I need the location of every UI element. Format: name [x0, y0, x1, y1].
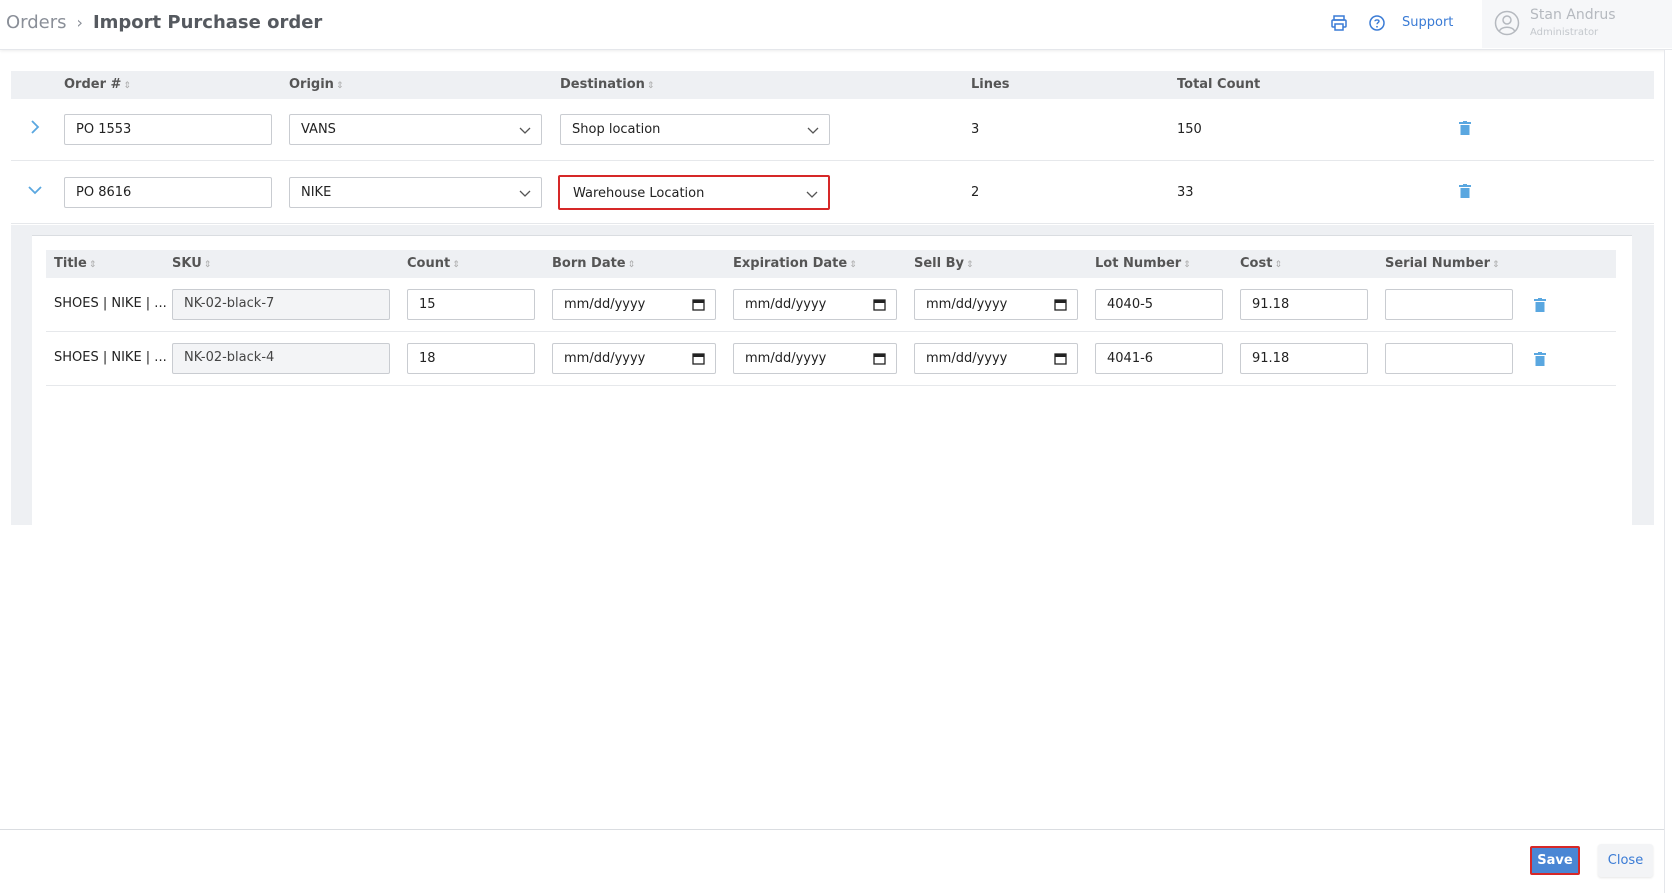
breadcrumb-orders-link[interactable]: Orders: [6, 12, 67, 33]
sell-by-input[interactable]: mm/dd/yyyy: [914, 343, 1078, 374]
chevron-down-icon[interactable]: [27, 182, 43, 198]
support-link[interactable]: Support: [1402, 15, 1453, 30]
destination-select[interactable]: Shop location: [560, 114, 830, 145]
expiration-date-input[interactable]: mm/dd/yyyy: [733, 343, 897, 374]
calendar-icon[interactable]: [873, 298, 886, 311]
serial-number-input[interactable]: [1385, 289, 1513, 320]
calendar-icon[interactable]: [1054, 298, 1067, 311]
user-name: Stan Andrus: [1530, 7, 1616, 23]
close-button[interactable]: Close: [1598, 844, 1653, 877]
origin-select[interactable]: NIKE: [289, 177, 542, 208]
printer-icon[interactable]: [1330, 14, 1348, 32]
help-icon[interactable]: [1368, 14, 1386, 32]
column-header-born-date[interactable]: Born Date ⇕: [552, 256, 635, 271]
sort-icon[interactable]: ⇕: [204, 260, 212, 270]
trash-icon[interactable]: [1534, 352, 1546, 366]
table-row: PO 1553 VANS Shop location 3 150: [11, 99, 1654, 161]
column-header-serial-number[interactable]: Serial Number ⇕: [1385, 256, 1500, 271]
serial-number-input[interactable]: [1385, 343, 1513, 374]
lines-value: 2: [971, 185, 980, 200]
lot-number-input[interactable]: 4040-5: [1095, 289, 1223, 320]
chevron-down-icon: [807, 127, 819, 134]
origin-select-value: VANS: [301, 122, 336, 137]
sort-icon[interactable]: ⇕: [336, 81, 344, 91]
born-date-input[interactable]: mm/dd/yyyy: [552, 289, 716, 320]
table-row: PO 8616 NIKE Warehouse Location 2 33: [11, 162, 1654, 224]
line-title: SHOES | NIKE | ...: [54, 350, 167, 365]
destination-select-value: Shop location: [572, 122, 661, 137]
total-count-value: 150: [1177, 122, 1202, 137]
column-header-lot-number[interactable]: Lot Number ⇕: [1095, 256, 1191, 271]
sort-icon[interactable]: ⇕: [452, 260, 460, 270]
sell-by-input[interactable]: mm/dd/yyyy: [914, 289, 1078, 320]
order-line-row: SHOES | NIKE | ... NK-02-black-7 15 mm/d…: [46, 278, 1616, 332]
cost-input[interactable]: 91.18: [1240, 289, 1368, 320]
column-header-origin[interactable]: Origin ⇕: [289, 77, 343, 92]
order-lines-header: Title ⇕ SKU ⇕ Count ⇕ Born Date ⇕ Expiration…: [46, 250, 1616, 278]
chevron-down-icon: [519, 127, 531, 134]
order-lines-container: Title ⇕ SKU ⇕ Count ⇕ Born Date ⇕ Expiration…: [32, 235, 1632, 525]
breadcrumb: Orders › Import Purchase order: [6, 12, 322, 33]
footer-bar: Save Close: [0, 829, 1664, 893]
column-header-cost[interactable]: Cost ⇕: [1240, 256, 1282, 271]
sort-icon[interactable]: ⇕: [849, 260, 857, 270]
chevron-right-icon[interactable]: [27, 119, 43, 135]
orders-table-header: Order # ⇕ Origin ⇕ Destination ⇕ Lines Tota…: [11, 71, 1654, 99]
breadcrumb-separator-icon: ›: [76, 13, 83, 32]
sort-icon[interactable]: ⇕: [1183, 260, 1191, 270]
user-menu[interactable]: Stan Andrus Administrator: [1482, 0, 1672, 48]
calendar-icon[interactable]: [692, 298, 705, 311]
calendar-icon[interactable]: [692, 352, 705, 365]
calendar-icon[interactable]: [873, 352, 886, 365]
calendar-icon[interactable]: [1054, 352, 1067, 365]
order-number-input[interactable]: PO 1553: [64, 114, 272, 145]
sort-icon[interactable]: ⇕: [1274, 260, 1282, 270]
save-button[interactable]: Save: [1530, 846, 1580, 875]
scrollbar[interactable]: [1664, 50, 1672, 893]
lines-value: 3: [971, 122, 980, 137]
sort-icon[interactable]: ⇕: [966, 260, 974, 270]
born-date-input[interactable]: mm/dd/yyyy: [552, 343, 716, 374]
origin-select[interactable]: VANS: [289, 114, 542, 145]
count-input[interactable]: 15: [407, 289, 535, 320]
order-line-row: SHOES | NIKE | ... NK-02-black-4 18 mm/d…: [46, 332, 1616, 386]
order-lines-panel: Title ⇕ SKU ⇕ Count ⇕ Born Date ⇕ Expiration…: [11, 225, 1654, 525]
sku-field: NK-02-black-4: [172, 343, 390, 374]
chevron-down-icon: [806, 191, 818, 198]
column-header-lines: Lines: [971, 77, 1010, 92]
column-header-sell-by[interactable]: Sell By ⇕: [914, 256, 974, 271]
page-title: Import Purchase order: [92, 12, 323, 33]
column-header-total-count: Total Count: [1177, 77, 1261, 92]
column-header-expiration-date[interactable]: Expiration Date ⇕: [733, 256, 857, 271]
top-header: Orders › Import Purchase order Support S…: [0, 0, 1672, 50]
trash-icon[interactable]: [1534, 298, 1546, 312]
origin-select-value: NIKE: [301, 185, 332, 200]
order-number-input[interactable]: PO 8616: [64, 177, 272, 208]
column-header-destination[interactable]: Destination ⇕: [560, 77, 654, 92]
column-header-order[interactable]: Order # ⇕: [64, 77, 131, 92]
sort-icon[interactable]: ⇕: [1492, 260, 1500, 270]
column-header-title[interactable]: Title ⇕: [54, 256, 96, 271]
sort-icon[interactable]: ⇕: [628, 260, 636, 270]
sort-icon[interactable]: ⇕: [123, 81, 131, 91]
user-role: Administrator: [1530, 27, 1599, 38]
total-count-value: 33: [1177, 185, 1194, 200]
column-header-sku[interactable]: SKU ⇕: [172, 256, 211, 271]
destination-select[interactable]: Warehouse Location: [558, 175, 830, 210]
destination-select-value: Warehouse Location: [573, 186, 705, 201]
sku-field: NK-02-black-7: [172, 289, 390, 320]
trash-icon[interactable]: [1459, 121, 1471, 135]
user-avatar-icon: [1494, 10, 1520, 36]
line-title: SHOES | NIKE | ...: [54, 296, 167, 311]
trash-icon[interactable]: [1459, 184, 1471, 198]
sort-icon[interactable]: ⇕: [647, 81, 655, 91]
expiration-date-input[interactable]: mm/dd/yyyy: [733, 289, 897, 320]
column-header-count[interactable]: Count ⇕: [407, 256, 460, 271]
count-input[interactable]: 18: [407, 343, 535, 374]
sort-icon[interactable]: ⇕: [89, 260, 97, 270]
cost-input[interactable]: 91.18: [1240, 343, 1368, 374]
chevron-down-icon: [519, 190, 531, 197]
lot-number-input[interactable]: 4041-6: [1095, 343, 1223, 374]
